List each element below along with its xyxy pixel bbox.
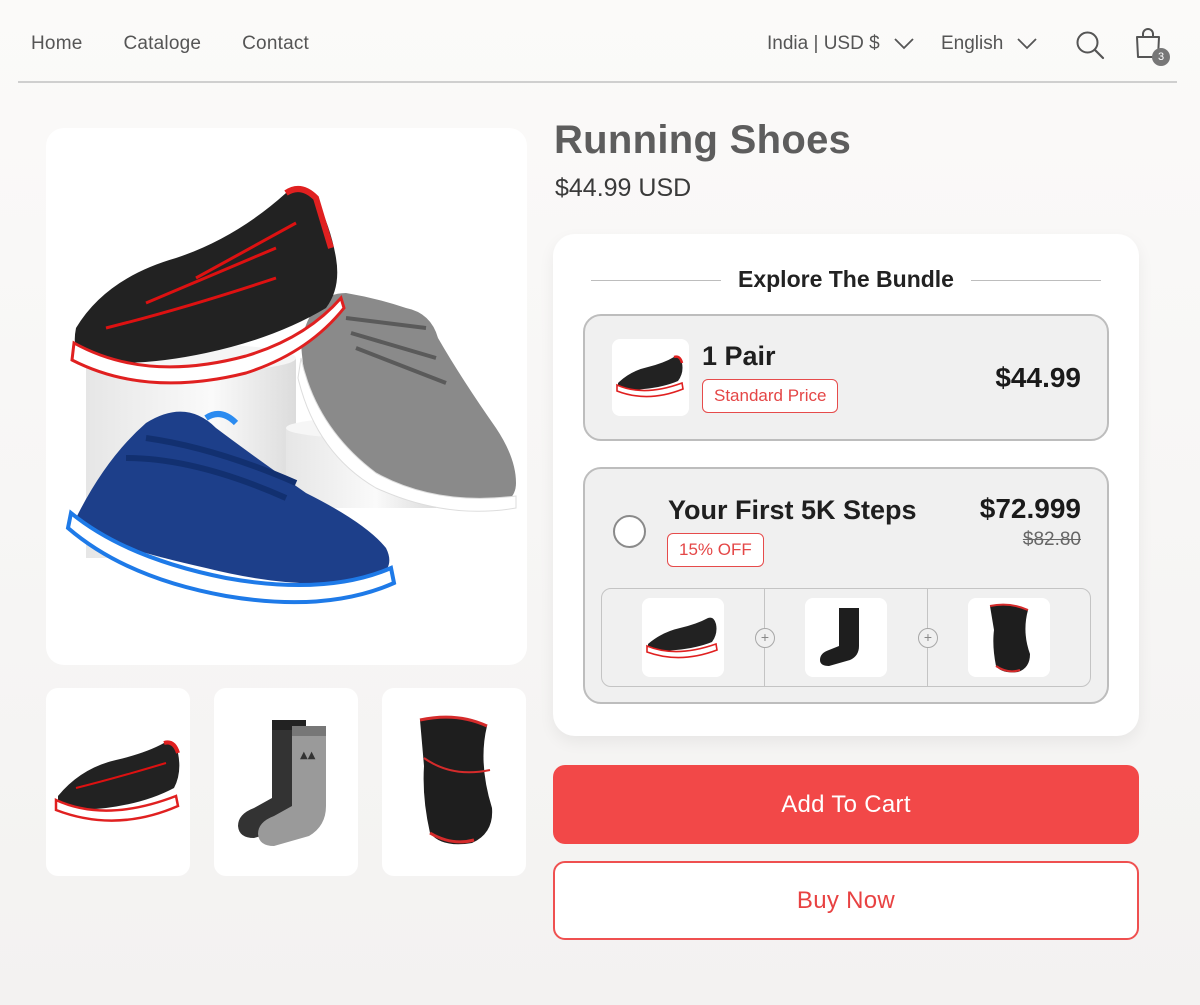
socks-thumbnail-image: ▲▲ (238, 720, 326, 846)
socks-image (820, 608, 859, 666)
option-price: $72.999 (979, 493, 1081, 524)
bundle-option-single[interactable]: 1 Pair Standard Price $44.99 (583, 314, 1109, 441)
region-currency-label: India | USD $ (767, 33, 880, 54)
discount-tag: 15% OFF (667, 533, 764, 567)
option-shoe-image (612, 339, 689, 416)
search-icon (1076, 31, 1105, 60)
shoe-image (646, 617, 718, 659)
nav-catalog-link[interactable]: Cataloge (123, 33, 201, 55)
plus-icon: + (918, 628, 938, 648)
knee-sleeve-thumbnail-image (419, 715, 493, 845)
option-original-price: $82.80 (1022, 529, 1081, 550)
svg-text:▲▲: ▲▲ (300, 750, 316, 761)
cart-count-badge: 3 (1152, 48, 1170, 66)
nav-contact-link[interactable]: Contact (242, 33, 309, 55)
region-currency-selector[interactable]: India | USD $ (767, 33, 967, 55)
main-product-image[interactable] (46, 128, 527, 665)
shoe-thumbnail-image (54, 740, 180, 822)
shoe-image (642, 598, 724, 677)
bundle-option-5k[interactable]: Your First 5K Steps 15% OFF $72.999 $82.… (583, 467, 1109, 704)
option-title: 1 Pair (702, 341, 776, 371)
bundle-heading-text: Explore The Bundle (738, 266, 954, 292)
knee-sleeve-image (968, 598, 1050, 677)
product-price: $44.99 USD (555, 174, 692, 202)
site-header: Home Cataloge Contact India | USD $ Engl… (18, 0, 1177, 83)
search-button[interactable] (1073, 28, 1107, 62)
language-label: English (941, 33, 1004, 54)
thumbnail-knee-sleeve[interactable] (382, 688, 526, 876)
bundle-card: Explore The Bundle 1 Pair Standard Price… (553, 234, 1139, 736)
socks-image (805, 598, 887, 677)
cart-button[interactable]: 3 (1131, 26, 1170, 66)
language-selector[interactable]: English (941, 33, 1081, 55)
chevron-down-icon (1017, 38, 1037, 50)
option-title: Your First 5K Steps (668, 495, 917, 525)
option-radio[interactable] (613, 515, 646, 548)
nav-home-link[interactable]: Home (31, 33, 82, 55)
chevron-down-icon (894, 38, 914, 50)
bundle-item-socks: + (755, 589, 927, 686)
product-title: Running Shoes (554, 118, 852, 162)
add-to-cart-button[interactable]: Add To Cart (553, 765, 1139, 844)
bundle-heading: Explore The Bundle (591, 264, 1101, 296)
knee-sleeve-image (989, 603, 1030, 673)
running-shoes-photo (65, 186, 517, 605)
bundle-items-row: + + (601, 588, 1091, 687)
bundle-item-knee-sleeve: + (918, 589, 1090, 686)
bundle-item-shoe (602, 589, 764, 686)
plus-icon: + (755, 628, 775, 648)
option-price: $44.99 (995, 362, 1081, 393)
standard-price-tag: Standard Price (702, 379, 839, 413)
main-nav: Home Cataloge Contact (31, 33, 350, 55)
shoe-image (616, 355, 684, 398)
thumbnail-shoe[interactable] (46, 688, 190, 876)
buy-now-button[interactable]: Buy Now (553, 861, 1139, 940)
thumbnail-socks[interactable]: ▲▲ (214, 688, 358, 876)
